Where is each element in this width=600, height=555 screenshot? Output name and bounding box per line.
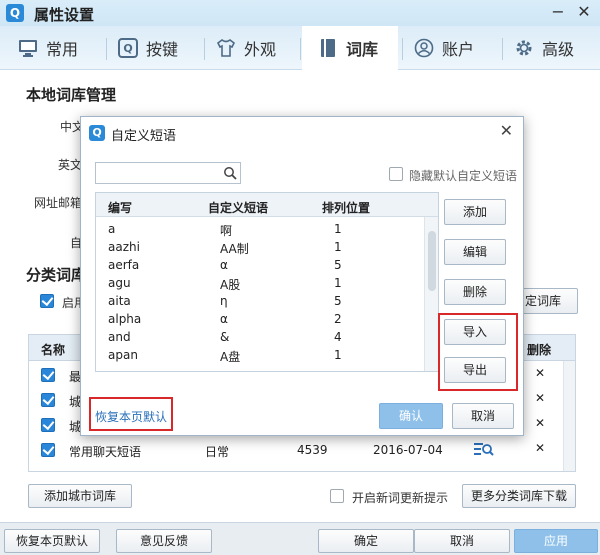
add-city-dict-button[interactable]: 添加城市词库 [28, 484, 132, 508]
phrase-list-scrollbar[interactable] [424, 217, 438, 371]
book-icon [318, 38, 338, 58]
search-icon[interactable] [223, 166, 237, 180]
list-item[interactable]: a啊1 [96, 220, 424, 238]
user-icon [414, 38, 434, 58]
list-item[interactable]: aazhi AA制 1 [96, 238, 424, 256]
list-item[interactable]: aita η 5 [96, 292, 424, 310]
minimize-button[interactable]: − [548, 2, 568, 22]
import-button[interactable]: 导入 [444, 319, 506, 345]
feedback-button[interactable]: 意见反馈 [116, 529, 212, 553]
window-title: 属性设置 [34, 6, 95, 24]
row-date: 2016-07-04 [373, 443, 443, 457]
export-button[interactable]: 导出 [444, 357, 506, 383]
header-delete: 删除 [527, 343, 552, 357]
local-dict-title: 本地词库管理 [26, 86, 117, 104]
dialog-logo: Q [89, 125, 105, 141]
app-logo: Q [6, 4, 24, 22]
list-item[interactable]: apan A盘 1 [96, 346, 424, 364]
dialog-title: 自定义短语 [111, 129, 177, 144]
table-scrollbar[interactable] [563, 361, 575, 471]
table-row[interactable]: 常用聊天短语 日常 4539 2016-07-04 ✕ [29, 438, 575, 463]
dialog-close-button[interactable]: ✕ [500, 121, 513, 140]
scroll-thumb[interactable] [428, 231, 436, 291]
restore-default-link[interactable]: 恢复本页默认 [95, 408, 167, 425]
delete-x-icon[interactable]: ✕ [535, 416, 545, 430]
confirm-button[interactable]: 确认 [379, 403, 443, 429]
delete-x-icon[interactable]: ✕ [535, 391, 545, 405]
tab-label: 常用 [46, 40, 79, 59]
delete-x-icon[interactable]: ✕ [535, 441, 545, 455]
tab-keys[interactable]: Q 按键 [118, 26, 178, 70]
header-position: 排列位置 [322, 201, 371, 215]
dialog-cancel-button[interactable]: 取消 [452, 403, 514, 429]
svg-text:Q: Q [123, 42, 132, 55]
phrase-list: 编写 自定义短语 排列位置 a啊1 aazhi AA制 1 aerfa α 5 agu A… [95, 192, 439, 372]
tab-label: 账户 [442, 40, 475, 59]
row-checkbox[interactable] [41, 418, 55, 432]
new-dict-tip-checkbox[interactable] [330, 489, 344, 503]
list-item[interactable]: alpha α 2 [96, 310, 424, 328]
tab-label: 高级 [542, 40, 575, 59]
search-list-icon[interactable] [473, 440, 495, 461]
row-checkbox[interactable] [41, 368, 55, 382]
close-button[interactable]: ✕ [574, 2, 594, 22]
tab-label: 外观 [244, 40, 277, 59]
tab-label: 按键 [146, 40, 179, 59]
row-checkbox[interactable] [41, 443, 55, 457]
footer-bar: 恢复本页默认 意见反馈 确定 取消 应用 [0, 522, 600, 555]
enable-checkbox[interactable] [40, 294, 54, 308]
row-count: 4539 [297, 443, 328, 457]
cancel-button[interactable]: 取消 [414, 529, 510, 553]
row-name: 常用聊天短语 [69, 445, 142, 459]
tab-dictionary[interactable]: 词库 [302, 26, 398, 70]
hide-default-label: 隐藏默认自定义短语 [409, 169, 518, 183]
phrase-search-input[interactable] [95, 162, 241, 184]
tab-common[interactable]: 常用 [18, 26, 78, 70]
key-icon: Q [118, 38, 138, 58]
apply-button[interactable]: 应用 [514, 529, 598, 553]
list-item[interactable]: and & 4 [96, 328, 424, 346]
header-name: 名称 [41, 343, 66, 357]
row-category: 日常 [205, 445, 230, 459]
hide-default-checkbox[interactable] [389, 167, 403, 181]
tab-bar: 常用 Q 按键 外观 词库 账户 高级 [0, 26, 600, 70]
tab-label: 词库 [346, 40, 379, 59]
more-dict-download-button[interactable]: 更多分类词库下载 [462, 484, 576, 508]
restore-default-button[interactable]: 恢复本页默认 [4, 529, 100, 553]
add-phrase-button[interactable]: 添加 [444, 199, 506, 225]
phrase-list-header: 编写 自定义短语 排列位置 [96, 193, 438, 217]
row-checkbox[interactable] [41, 393, 55, 407]
edit-phrase-button[interactable]: 编辑 [444, 239, 506, 265]
tab-advanced[interactable]: 高级 [514, 26, 574, 70]
delete-phrase-button[interactable]: 删除 [444, 279, 506, 305]
local-dict-row-label: 网址邮箱 [34, 196, 83, 210]
list-item[interactable]: aerfa α 5 [96, 256, 424, 274]
list-item[interactable]: agu A股 1 [96, 274, 424, 292]
new-dict-tip-label: 开启新词更新提示 [352, 491, 449, 505]
header-abbr: 编写 [108, 201, 133, 215]
header-phrase: 自定义短语 [208, 201, 269, 215]
gear-icon [514, 38, 534, 58]
delete-x-icon[interactable]: ✕ [535, 366, 545, 380]
local-dict-row-label: 英文 [58, 158, 83, 172]
shirt-icon [216, 38, 236, 58]
monitor-icon [18, 38, 38, 58]
tab-account[interactable]: 账户 [414, 26, 474, 70]
tab-appearance[interactable]: 外观 [216, 26, 276, 70]
category-dict-title: 分类词库 [26, 266, 87, 284]
custom-phrase-dialog: Q 自定义短语 ✕ 隐藏默认自定义短语 编写 自定义短语 排列位置 a啊1 aa… [80, 116, 524, 436]
title-bar: Q 属性设置 − ✕ [0, 0, 600, 26]
ok-button[interactable]: 确定 [318, 529, 414, 553]
